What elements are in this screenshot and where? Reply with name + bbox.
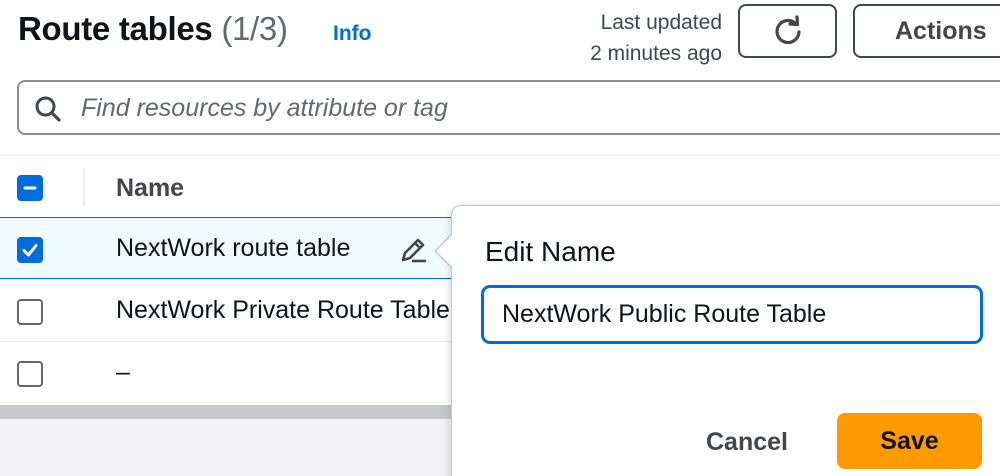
horizontal-scrollbar[interactable] xyxy=(0,405,460,419)
info-link[interactable]: Info xyxy=(333,22,371,46)
edit-name-popover: Edit Name Cancel Save xyxy=(451,205,1000,476)
last-updated-time: 2 minutes ago xyxy=(590,42,722,65)
search-icon xyxy=(35,96,61,122)
cancel-button[interactable]: Cancel xyxy=(706,428,788,457)
last-updated: Last updated 2 minutes ago xyxy=(590,7,722,69)
page-title: Route tables (1/3) xyxy=(18,10,288,48)
row-checkbox[interactable] xyxy=(17,237,43,263)
column-header-name[interactable]: Name xyxy=(116,174,184,203)
row-name: NextWork Private Route Table xyxy=(116,296,450,324)
row-name: NextWork route table xyxy=(116,234,351,262)
popover-arrow-fill xyxy=(436,235,452,267)
last-updated-label: Last updated xyxy=(600,11,722,34)
refresh-button[interactable] xyxy=(738,4,837,58)
refresh-icon xyxy=(774,15,801,45)
name-input[interactable] xyxy=(482,286,982,343)
popover-title: Edit Name xyxy=(485,236,616,267)
save-button[interactable]: Save xyxy=(837,413,982,469)
actions-button[interactable]: Actions xyxy=(853,4,1000,58)
row-name: – xyxy=(116,358,130,386)
row-checkbox[interactable] xyxy=(17,299,43,325)
minus-icon xyxy=(23,186,37,190)
table-footer-area xyxy=(0,419,460,476)
pencil-icon[interactable] xyxy=(398,235,428,265)
search-input[interactable] xyxy=(81,90,881,126)
column-divider xyxy=(83,168,85,206)
page-title-text: Route tables xyxy=(18,10,213,47)
selection-count: (1/3) xyxy=(221,10,288,47)
route-tables-page: Route tables (1/3) Info Last updated 2 m… xyxy=(0,0,1000,476)
checkmark-icon xyxy=(22,244,38,257)
select-all-checkbox[interactable] xyxy=(17,175,43,201)
row-checkbox[interactable] xyxy=(17,361,43,387)
search-bar[interactable] xyxy=(17,80,1000,135)
